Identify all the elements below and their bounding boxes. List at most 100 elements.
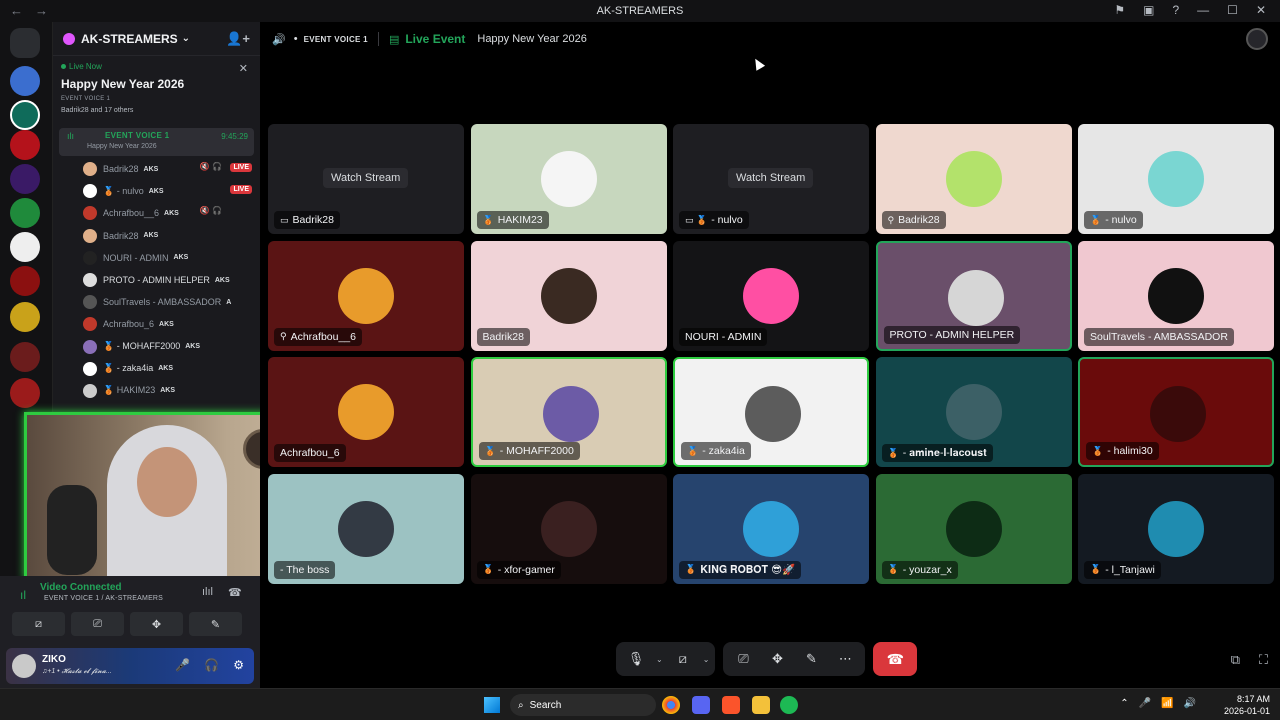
invite-user-icon[interactable]: 👤+: [226, 31, 250, 47]
participant-tile[interactable]: 🥉 - nulvo: [1078, 124, 1274, 234]
server-icon[interactable]: [10, 164, 40, 194]
inbox-icon[interactable]: ▣: [1143, 3, 1154, 17]
participant-tile[interactable]: PROTO - ADMIN HELPER: [875, 240, 1072, 351]
participant-tile[interactable]: 🥉 HAKIM23: [470, 124, 667, 234]
voice-member[interactable]: PROTO - ADMIN HELPER AKS: [53, 269, 260, 291]
participant-tile[interactable]: Achrafbou_6: [268, 357, 464, 467]
popout-icon[interactable]: ⧉: [1231, 652, 1240, 668]
server-icon[interactable]: [10, 100, 40, 130]
voice-member[interactable]: 🥉 HAKIM23 AKS: [53, 380, 260, 402]
voice-member[interactable]: SoulTravels - AMBASSADOR A: [53, 291, 260, 313]
voice-member[interactable]: NOURI - ADMIN AKS: [53, 247, 260, 269]
watch-stream-button[interactable]: Watch Stream: [323, 168, 409, 188]
voice-status-channel[interactable]: EVENT VOICE 1 / AK-STREAMERS: [44, 595, 163, 602]
avatar[interactable]: [12, 654, 36, 678]
participant-tile[interactable]: 🥉 - l_Tanjawi: [1078, 473, 1274, 584]
volume-icon[interactable]: 🔊: [1184, 698, 1196, 709]
mic-icon[interactable]: 🎤: [175, 658, 190, 672]
participant-name-label: 🥉 - halimi30: [1086, 442, 1159, 460]
participant-tile[interactable]: SoulTravels - AMBASSADOR: [1078, 240, 1274, 351]
server-header[interactable]: AK-STREAMERS ⌄ 👤+: [53, 22, 260, 56]
close-icon[interactable]: ✕: [239, 62, 248, 75]
participant-tile[interactable]: - The boss: [268, 473, 464, 584]
fullscreen-icon[interactable]: ⛶: [1259, 652, 1268, 668]
participant-tile[interactable]: 🥉 𝐊𝐈𝐍𝐆 𝐑𝐎𝐁𝐎𝐓 😎🚀: [673, 473, 869, 584]
chrome-icon[interactable]: [662, 696, 680, 714]
participant-name-label: ▭ 🥉 - nulvo: [679, 211, 749, 229]
avatar: [540, 500, 597, 557]
server-icon[interactable]: [10, 198, 40, 228]
live-event-card[interactable]: Live Now Happy New Year 2026 EVENT VOICE…: [53, 56, 260, 126]
avatar: [945, 384, 1002, 440]
settings-gear-icon[interactable]: ⚙: [233, 658, 244, 672]
windows-start-icon[interactable]: [484, 697, 500, 713]
server-icon[interactable]: [10, 266, 40, 296]
avatar: [1150, 386, 1206, 442]
server-icon[interactable]: [10, 232, 40, 262]
participant-tile[interactable]: Watch Stream ▭ Badrik28: [268, 124, 464, 234]
server-icon[interactable]: [10, 66, 40, 96]
voice-member[interactable]: Badrik28 AKS 🔇 🎧 LIVE: [53, 158, 260, 180]
voice-member[interactable]: Achrafbou_6 AKS: [53, 313, 260, 335]
disconnect-icon[interactable]: ☎: [228, 586, 242, 599]
soundboard-button[interactable]: ✎: [797, 645, 825, 673]
user-avatar-icon[interactable]: [1246, 28, 1268, 50]
camera-off-button[interactable]: ⧄: [12, 612, 65, 636]
participant-tile[interactable]: 🥉 - 𝐚𝐦𝐢𝐧𝐞-𝐥-𝐥𝐚𝐜𝐨𝐮𝐬𝐭: [875, 357, 1072, 467]
voice-member[interactable]: Badrik28 AKS: [53, 225, 260, 247]
screen-share-button[interactable]: ⎚: [729, 645, 757, 673]
taskbar-search[interactable]: ⌕ Search: [510, 694, 656, 716]
flag-icon[interactable]: ⚑: [1114, 3, 1125, 17]
taskbar-clock[interactable]: 8:17 AM 2026-01-01: [1224, 693, 1270, 717]
voice-member[interactable]: 🥉 - zaka4ia AKS: [53, 358, 260, 380]
soundboard-button[interactable]: ✎: [189, 612, 242, 636]
voice-member[interactable]: 🥉 - MOHAFF2000 AKS: [53, 336, 260, 358]
maximize-icon[interactable]: ☐: [1227, 3, 1238, 17]
activities-button[interactable]: ✥: [763, 645, 791, 673]
discord-taskbar-icon[interactable]: [692, 696, 710, 714]
more-options-button[interactable]: ⋯: [831, 645, 859, 673]
tray-mic-icon[interactable]: 🎤: [1139, 698, 1151, 709]
participant-tile[interactable]: Badrik28: [470, 240, 667, 351]
voice-member[interactable]: 🥉 - nulvo AKS LIVE: [53, 180, 260, 202]
voice-channel-event-voice-1[interactable]: ılı EVENT VOICE 1 Happy New Year 2026 9:…: [59, 128, 254, 156]
camera-button[interactable]: ⧄: [669, 645, 697, 673]
participant-tile[interactable]: 🥉 - zaka4ia: [673, 357, 869, 467]
noise-suppression-icon[interactable]: ılıl: [202, 586, 213, 598]
participant-name: Badrik28: [898, 214, 940, 226]
participant-tile[interactable]: NOURI - ADMIN: [673, 240, 869, 351]
minimize-icon[interactable]: —: [1197, 3, 1209, 17]
participant-tile[interactable]: 🥉 - MOHAFF2000: [470, 357, 667, 467]
brave-icon[interactable]: [722, 696, 740, 714]
watch-stream-button[interactable]: Watch Stream: [728, 168, 814, 188]
server-icon[interactable]: [10, 342, 40, 372]
member-tag: AKS: [143, 165, 159, 173]
close-window-icon[interactable]: ✕: [1256, 3, 1266, 17]
speaker-icon: 🔊: [272, 33, 286, 46]
spotify-icon[interactable]: [780, 696, 798, 714]
chevron-down-icon[interactable]: ⌄: [656, 655, 663, 664]
participant-tile[interactable]: 🥉 - halimi30: [1078, 357, 1274, 467]
screen-share-button[interactable]: ⎚: [71, 612, 124, 636]
server-icon[interactable]: [10, 378, 40, 408]
discord-home-icon[interactable]: [10, 28, 40, 58]
tray-overflow-icon[interactable]: ⌃: [1120, 698, 1128, 709]
participant-tile[interactable]: Watch Stream ▭ 🥉 - nulvo: [673, 124, 869, 234]
voice-channel-status: Happy New Year 2026: [87, 143, 157, 150]
activities-button[interactable]: ✥: [130, 612, 183, 636]
chevron-down-icon[interactable]: ⌄: [703, 655, 710, 664]
server-icon[interactable]: [10, 302, 40, 332]
participant-tile[interactable]: 🥉 - youzar_x: [875, 473, 1072, 584]
participant-tile[interactable]: ⚲ Achrafbou__6: [268, 240, 464, 351]
wifi-icon[interactable]: 📶: [1161, 698, 1173, 709]
server-icon[interactable]: [10, 130, 40, 160]
participant-tile[interactable]: 🥉 - xfor-gamer: [470, 473, 667, 584]
participant-tile[interactable]: ⚲ Badrik28: [875, 124, 1072, 234]
live-event-label[interactable]: Live Event: [405, 32, 465, 46]
voice-member[interactable]: Achrafbou__6 AKS 🔇 🎧: [53, 202, 260, 224]
disconnect-call-button[interactable]: ☎: [873, 642, 918, 676]
help-icon[interactable]: ?: [1172, 3, 1179, 17]
microphone-button[interactable]: 🎙: [622, 645, 650, 673]
headset-icon[interactable]: 🎧: [204, 658, 219, 672]
file-explorer-icon[interactable]: [752, 696, 770, 714]
